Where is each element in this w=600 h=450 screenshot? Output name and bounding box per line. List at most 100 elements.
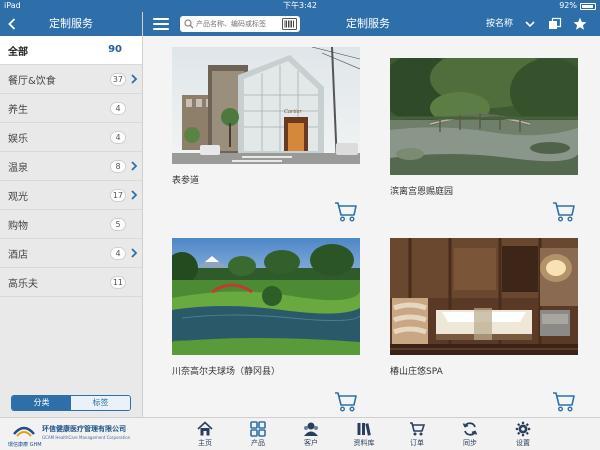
category-count-badge: 90 bbox=[108, 44, 122, 55]
chevron-right-icon bbox=[131, 161, 138, 171]
category-count-badge: 8 bbox=[110, 160, 126, 173]
status-bar: iPad 下午3:42 92% bbox=[0, 0, 600, 12]
category-item[interactable]: 餐厅&饮食 37 bbox=[0, 65, 142, 94]
category-label: 餐厅&饮食 bbox=[8, 75, 56, 87]
category-label: 购物 bbox=[8, 220, 28, 232]
menu-icon[interactable] bbox=[153, 18, 169, 30]
tab-label: 订单 bbox=[410, 439, 424, 447]
category-label: 娱乐 bbox=[8, 133, 28, 145]
product-name[interactable]: 滨离宫恩赐庭园 bbox=[390, 184, 578, 197]
logo-company-name: 环信健康医疗管理有限公司 bbox=[42, 425, 126, 433]
golf-photo[interactable] bbox=[172, 238, 360, 355]
category-count-badge: 4 bbox=[110, 131, 126, 144]
category-count-badge: 4 bbox=[110, 102, 126, 115]
compare-icon[interactable] bbox=[548, 17, 562, 31]
category-item[interactable]: 观光 17 bbox=[0, 181, 142, 210]
building-photo[interactable]: Cartier bbox=[172, 47, 360, 164]
segment-tags[interactable]: 标签 bbox=[71, 396, 130, 410]
tab-settings[interactable]: 设置 bbox=[503, 421, 543, 449]
category-label: 酒店 bbox=[8, 249, 28, 261]
barcode-scan-icon[interactable] bbox=[282, 18, 297, 30]
cart-icon bbox=[410, 422, 425, 436]
category-count-badge: 17 bbox=[109, 189, 126, 202]
tab-orders[interactable]: 订单 bbox=[397, 421, 437, 449]
tab-sync[interactable]: 同步 bbox=[450, 421, 490, 449]
spa-photo[interactable] bbox=[390, 238, 578, 355]
category-count-badge: 37 bbox=[109, 73, 126, 86]
category-count-badge: 11 bbox=[109, 276, 126, 289]
logo-company-english: GCAM HealthCare Management Corporation bbox=[42, 435, 131, 440]
category-list: 全部 90 餐厅&饮食 37 养生 4 娱乐 4 温泉 8 观光 17 购物 5 酒店 4 高乐夫 11 bbox=[0, 36, 142, 297]
tab-customers[interactable]: 客户 bbox=[291, 421, 331, 449]
product-card[interactable]: 滨离宫恩赐庭园 bbox=[390, 58, 578, 222]
chevron-left-icon bbox=[8, 18, 16, 30]
back-button[interactable] bbox=[4, 12, 20, 36]
tab-home[interactable]: 主页 bbox=[185, 421, 225, 449]
chevron-down-icon[interactable] bbox=[525, 20, 535, 28]
chevron-right-icon bbox=[131, 74, 138, 84]
tab-label: 客户 bbox=[304, 439, 318, 447]
status-time: 下午3:42 bbox=[283, 1, 317, 10]
garden-photo[interactable] bbox=[390, 58, 578, 175]
add-to-cart-icon[interactable] bbox=[552, 391, 576, 413]
tab-label: 设置 bbox=[516, 439, 530, 447]
battery-percent: 92% bbox=[559, 1, 577, 10]
category-label: 温泉 bbox=[8, 162, 28, 174]
library-icon bbox=[357, 423, 371, 436]
product-card[interactable]: 椿山庄悠SPA bbox=[390, 238, 578, 412]
category-label: 观光 bbox=[8, 191, 28, 203]
sidebar-title: 定制服务 bbox=[49, 17, 93, 30]
product-card[interactable]: 川奈高尔夫球场（静冈县） bbox=[172, 238, 360, 412]
battery-fill bbox=[582, 4, 594, 8]
category-label: 高乐夫 bbox=[8, 278, 38, 290]
page-title: 定制服务 bbox=[346, 17, 390, 30]
add-to-cart-icon[interactable] bbox=[552, 201, 576, 223]
tab-label: 主页 bbox=[198, 439, 212, 447]
category-label: 养生 bbox=[8, 104, 28, 116]
svg-text:Cartier: Cartier bbox=[284, 109, 302, 115]
category-item[interactable]: 酒店 4 bbox=[0, 239, 142, 268]
customer-icon bbox=[304, 422, 318, 436]
search-input[interactable] bbox=[196, 17, 282, 31]
category-count-badge: 4 bbox=[110, 247, 126, 260]
tab-label: 资料库 bbox=[353, 439, 375, 447]
chevron-right-icon bbox=[131, 248, 138, 258]
main-header: 定制服务 按名称 bbox=[143, 12, 600, 36]
sync-icon bbox=[462, 422, 478, 436]
grid-icon bbox=[250, 421, 266, 437]
category-item[interactable]: 娱乐 4 bbox=[0, 123, 142, 152]
tab-products[interactable]: 产品 bbox=[238, 421, 278, 449]
product-grid: Cartier 表参道 滨离宫恩赐庭园 川奈高尔夫球场（静冈县） 椿山庄悠SPA bbox=[143, 36, 600, 417]
chevron-right-icon bbox=[131, 190, 138, 200]
sidebar-header: 定制服务 bbox=[0, 12, 142, 36]
tab-library[interactable]: 资料库 bbox=[344, 421, 384, 449]
category-item[interactable]: 养生 4 bbox=[0, 94, 142, 123]
segment-category[interactable]: 分类 bbox=[12, 396, 71, 410]
battery-indicator: 92% bbox=[559, 0, 596, 12]
search-icon bbox=[184, 19, 194, 29]
product-name[interactable]: 椿山庄悠SPA bbox=[390, 364, 578, 377]
category-item[interactable]: 全部 90 bbox=[0, 36, 142, 65]
tab-label: 产品 bbox=[251, 439, 265, 447]
battery-icon bbox=[580, 2, 596, 10]
tab-label: 同步 bbox=[463, 439, 477, 447]
search-box bbox=[180, 16, 300, 32]
home-icon bbox=[197, 421, 213, 436]
company-logo: 环信健康医疗管理有限公司 GCAM HealthCare Management … bbox=[8, 422, 140, 448]
sidebar-segmented-control: 分类 标签 bbox=[11, 395, 131, 411]
category-sidebar: 定制服务 全部 90 餐厅&饮食 37 养生 4 娱乐 4 温泉 8 观光 17 购物 5 酒店 4 高乐夫 11… bbox=[0, 12, 143, 417]
product-name[interactable]: 川奈高尔夫球场（静冈县） bbox=[172, 364, 360, 377]
add-to-cart-icon[interactable] bbox=[334, 201, 358, 223]
favorite-star-icon[interactable] bbox=[573, 17, 587, 31]
category-item[interactable]: 高乐夫 11 bbox=[0, 268, 142, 297]
logo-brand: 環信康療 GHM bbox=[8, 442, 42, 448]
category-count-badge: 5 bbox=[110, 218, 126, 231]
add-to-cart-icon[interactable] bbox=[334, 391, 358, 413]
category-item[interactable]: 温泉 8 bbox=[0, 152, 142, 181]
gear-icon bbox=[515, 421, 531, 437]
product-card[interactable]: Cartier 表参道 bbox=[172, 47, 360, 222]
category-item[interactable]: 购物 5 bbox=[0, 210, 142, 239]
sort-selector[interactable]: 按名称 bbox=[486, 12, 513, 36]
product-name[interactable]: 表参道 bbox=[172, 173, 360, 186]
category-label: 全部 bbox=[8, 46, 28, 58]
